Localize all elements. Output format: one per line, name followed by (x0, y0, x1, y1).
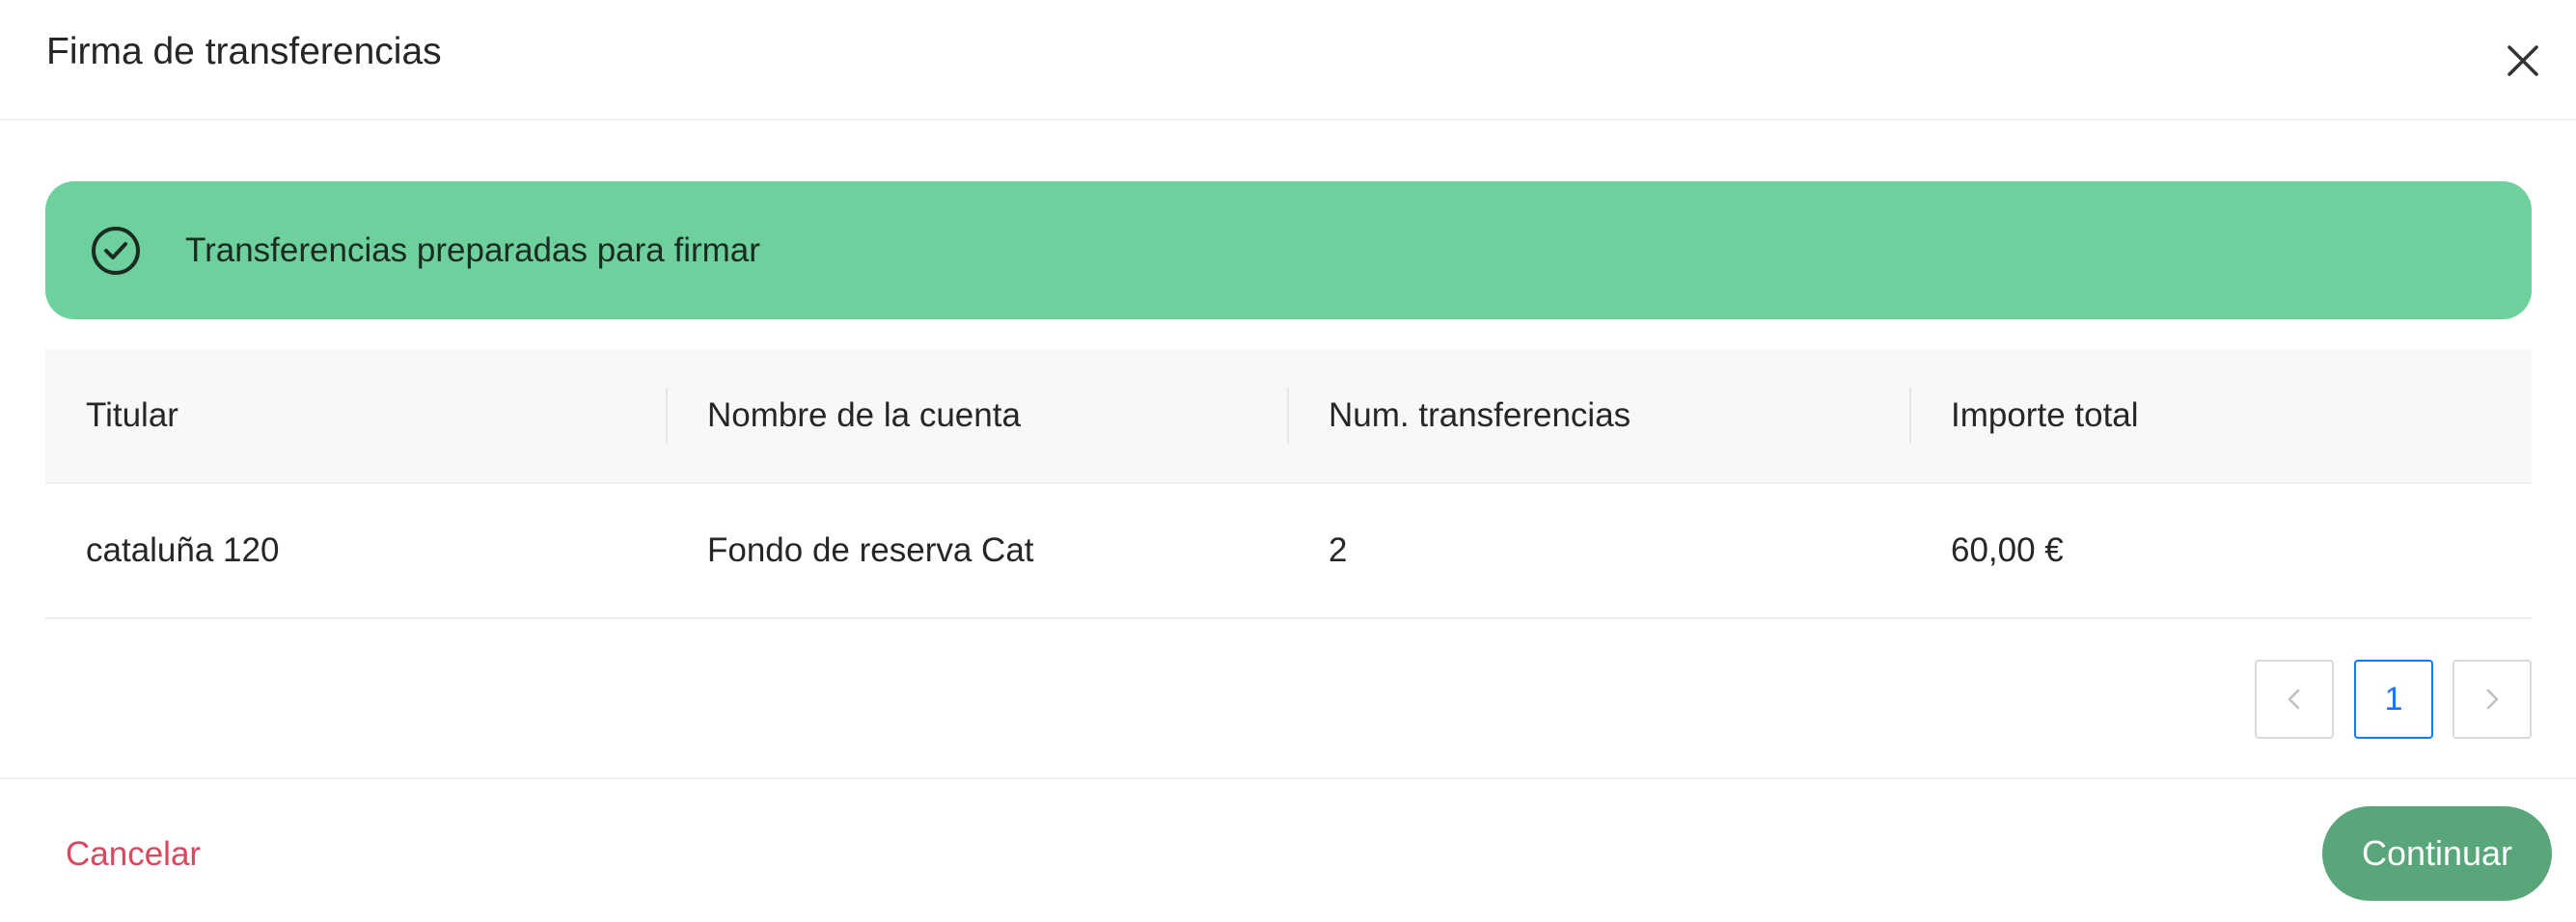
pagination-next-button[interactable] (2453, 660, 2532, 739)
transfers-table: Titular Nombre de la cuenta Num. transfe… (45, 349, 2532, 619)
table-row[interactable]: cataluña 120 Fondo de reserva Cat 2 60,0… (45, 484, 2532, 619)
column-header-titular[interactable]: Titular (45, 349, 667, 482)
cell-total-amount: 60,00 € (1951, 531, 2064, 569)
modal-footer: Cancelar Continuar (0, 777, 2576, 922)
close-icon (2507, 45, 2538, 76)
continue-button[interactable]: Continuar (2322, 806, 2552, 901)
modal-title: Firma de transferencias (46, 31, 442, 72)
close-button[interactable] (2499, 37, 2547, 85)
cell-num-transfers: 2 (1329, 531, 1348, 569)
transfer-signature-modal: Firma de transferencias Transferencias p… (0, 0, 2576, 922)
column-header-total-amount[interactable]: Importe total (1910, 349, 2532, 482)
chevron-left-icon (2288, 689, 2300, 710)
modal-header: Firma de transferencias (0, 0, 2576, 121)
cell-account-name: Fondo de reserva Cat (707, 531, 1034, 569)
pagination-prev-button[interactable] (2255, 660, 2334, 739)
pagination-page-1[interactable]: 1 (2354, 660, 2433, 739)
alert-message: Transferencias preparadas para firmar (185, 231, 760, 269)
column-header-account-name[interactable]: Nombre de la cuenta (667, 349, 1288, 482)
table-header: Titular Nombre de la cuenta Num. transfe… (45, 349, 2532, 484)
cell-titular: cataluña 120 (86, 531, 280, 569)
success-alert: Transferencias preparadas para firmar (45, 181, 2532, 319)
chevron-right-icon (2486, 689, 2499, 710)
check-circle-icon (90, 225, 142, 277)
cancel-button[interactable]: Cancelar (66, 829, 201, 880)
column-header-num-transfers[interactable]: Num. transferencias (1288, 349, 1910, 482)
